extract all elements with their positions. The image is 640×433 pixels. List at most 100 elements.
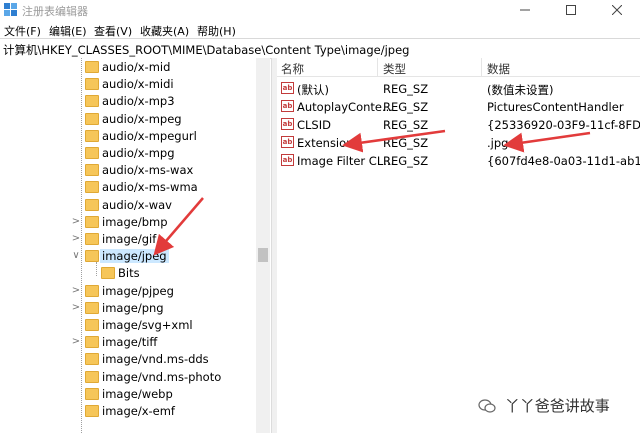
tree-item[interactable]: image/webp <box>0 386 256 403</box>
folder-icon <box>85 95 99 108</box>
menu-file[interactable]: 文件(F) <box>4 23 41 39</box>
string-value-icon: ab <box>281 100 294 112</box>
tree-item[interactable]: > image/gif <box>0 231 256 248</box>
tree-item[interactable]: image/vnd.ms-dds <box>0 351 256 368</box>
folder-icon <box>85 181 99 194</box>
tree-item[interactable]: > image/pjpeg <box>0 283 256 300</box>
column-separator[interactable] <box>481 58 482 76</box>
key-tree[interactable]: audio/x-mid audio/x-midi audio/x-mp3 audio/… <box>0 58 270 433</box>
tree-scrollbar[interactable] <box>256 58 270 433</box>
folder-icon <box>85 405 99 417</box>
column-header-type[interactable]: 类型 <box>383 61 406 77</box>
folder-icon <box>85 61 99 73</box>
menu-edit[interactable]: 编辑(E) <box>49 23 87 39</box>
folder-icon <box>85 370 99 383</box>
minimize-icon <box>520 9 530 11</box>
folder-icon <box>85 78 99 91</box>
tree-item[interactable]: > image/png <box>0 300 256 317</box>
tree-item-label: image/gif <box>102 232 157 246</box>
tree-item-label: audio/x-wav <box>102 197 172 212</box>
value-name: CLSID <box>297 118 331 132</box>
tree-item[interactable]: audio/x-mpeg <box>0 111 256 128</box>
tree-item[interactable]: audio/x-mpg <box>0 145 256 162</box>
regedit-app-icon <box>4 3 17 16</box>
wechat-icon <box>478 399 496 413</box>
value-name: (默认) <box>297 83 329 97</box>
value-name: Extension <box>297 136 354 150</box>
tree-scrollbar-thumb[interactable] <box>258 248 268 262</box>
tree-item-label: image/svg+xml <box>102 318 193 332</box>
tree-item[interactable]: audio/x-wav <box>0 197 256 214</box>
value-row[interactable]: ab Image Filter CL... REG_SZ {607fd4e8-0a03… <box>277 152 640 170</box>
expand-icon[interactable]: > <box>71 336 81 347</box>
tree-item-label: image/vnd.ms-dds <box>102 352 209 367</box>
maximize-button[interactable] <box>548 0 594 20</box>
tree-item-label: image/jpeg <box>100 249 169 264</box>
folder-icon <box>85 112 99 125</box>
tree-item-label: image/webp <box>102 386 173 401</box>
values-header: 名称 类型 数据 <box>277 58 640 77</box>
tree-item[interactable]: Bits <box>0 265 256 282</box>
value-row[interactable]: ab Extension REG_SZ .jpg <box>277 134 640 152</box>
tree-item[interactable]: audio/x-midi <box>0 76 256 93</box>
close-button[interactable] <box>594 0 640 20</box>
tree-item-label: audio/x-ms-wax <box>102 163 194 178</box>
maximize-icon <box>566 5 576 15</box>
menu-bar: 文件(F) 编辑(E) 查看(V) 收藏夹(A) 帮助(H) <box>0 20 640 40</box>
tree-item-label: audio/x-ms-wma <box>102 180 198 195</box>
expand-icon[interactable]: > <box>71 233 81 244</box>
minimize-button[interactable] <box>502 0 548 20</box>
collapse-icon[interactable]: ∨ <box>71 250 81 261</box>
value-row[interactable]: abCLSID REG_SZ {25336920-03F9-11cf-8FD0-00… <box>277 116 640 134</box>
folder-icon <box>85 353 99 366</box>
tree-item[interactable]: > image/tiff <box>0 334 256 351</box>
values-list[interactable]: 名称 类型 数据 ab (默认) REG_SZ (数值未设置) ab AutoplayCo… <box>277 58 640 433</box>
tree-item[interactable]: image/svg+xml <box>0 317 256 334</box>
folder-icon <box>85 319 99 331</box>
tree-item[interactable]: > image/bmp <box>0 214 256 231</box>
tree-item[interactable]: image/vnd.ms-photo <box>0 369 256 386</box>
value-data: (数值未设置) <box>487 83 554 97</box>
value-type: REG_SZ <box>383 118 429 132</box>
value-row[interactable]: ab AutoplayConte... REG_SZ PicturesContentH… <box>277 98 640 116</box>
tree-item-label: image/bmp <box>102 214 168 229</box>
value-data: {607fd4e8-0a03-11d1-ab1d-00 <box>487 154 640 168</box>
tree-item-label: image/tiff <box>102 335 158 350</box>
tree-item[interactable]: audio/x-mid <box>0 59 256 76</box>
string-value-icon: ab <box>281 136 294 148</box>
tree-item-label: audio/x-midi <box>102 77 174 92</box>
menu-view[interactable]: 查看(V) <box>94 23 132 39</box>
expand-icon[interactable]: > <box>71 216 81 227</box>
tree-item[interactable]: ∨ image/jpeg <box>0 248 256 265</box>
value-row[interactable]: ab (默认) REG_SZ (数值未设置) <box>277 80 640 98</box>
value-type: REG_SZ <box>383 82 429 96</box>
tree-item-label: image/x-emf <box>102 404 175 418</box>
column-header-data[interactable]: 数据 <box>487 61 510 77</box>
column-separator[interactable] <box>377 58 378 76</box>
expand-icon[interactable]: > <box>71 302 81 313</box>
folder-icon <box>85 284 99 297</box>
folder-icon <box>85 215 99 228</box>
column-header-name[interactable]: 名称 <box>281 61 304 77</box>
menu-help[interactable]: 帮助(H) <box>197 23 236 39</box>
watermark: 丫丫爸爸讲故事 <box>478 395 610 416</box>
menu-favorites[interactable]: 收藏夹(A) <box>140 23 189 39</box>
folder-icon <box>85 164 99 177</box>
tree-item[interactable]: image/x-emf <box>0 403 256 420</box>
tree-item-label: image/png <box>102 300 164 315</box>
tree-item-label: Bits <box>118 266 140 281</box>
watermark-text: 丫丫爸爸讲故事 <box>504 397 610 415</box>
string-value-icon: ab <box>281 82 294 94</box>
tree-item[interactable]: audio/x-ms-wax <box>0 162 256 179</box>
string-value-icon: ab <box>281 154 294 166</box>
address-bar[interactable]: 计算机\HKEY_CLASSES_ROOT\MIME\Database\Cont… <box>0 38 640 59</box>
tree-item[interactable]: audio/x-ms-wma <box>0 179 256 196</box>
tree-item[interactable]: audio/x-mpegurl <box>0 128 256 145</box>
tree-item[interactable]: audio/x-mp3 <box>0 93 256 110</box>
folder-icon <box>85 301 99 314</box>
value-type: REG_SZ <box>383 100 429 114</box>
expand-icon[interactable]: > <box>71 285 81 296</box>
value-type: REG_SZ <box>383 136 429 150</box>
value-name: Image Filter CL... <box>297 154 395 168</box>
tree-item-label: audio/x-mid <box>102 60 171 74</box>
